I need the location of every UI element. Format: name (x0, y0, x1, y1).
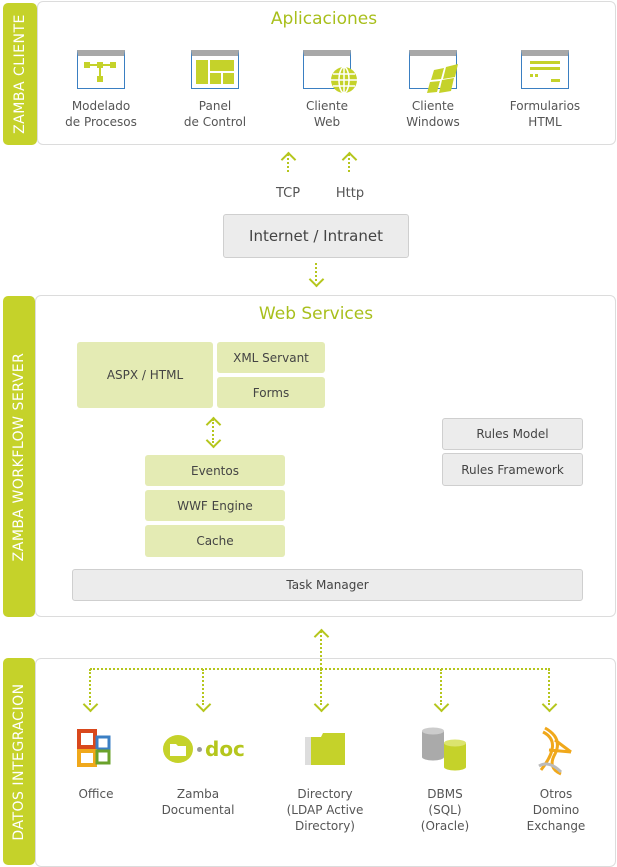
data-section-bar: DATOS INTEGRACION (3, 658, 35, 865)
database-icon (422, 727, 466, 771)
data-label: Otros Domino Exchange (526, 787, 586, 833)
forms-box: Forms (217, 377, 325, 408)
data-label: Zamba Documental (161, 787, 235, 817)
web-globe-icon (303, 50, 357, 94)
zamba-doc-icon: doc (162, 734, 245, 764)
dashboard-icon (191, 50, 239, 89)
protocol-tcp: TCP (275, 186, 301, 201)
internet-intranet-box: Internet / Intranet (223, 214, 409, 258)
section-label: ZAMBA WORKFLOW SERVER (11, 352, 27, 561)
cache-box: Cache (145, 525, 285, 557)
app-label: Cliente Web (305, 99, 349, 129)
windows-icon (409, 50, 458, 93)
app-label: Formularios HTML (509, 99, 581, 129)
protocol-http: Http (335, 186, 365, 201)
client-section-bar: ZAMBA CLIENTE (3, 3, 37, 145)
client-title: Aplicaciones (270, 9, 378, 29)
data-label: Directory (LDAP Active Directory) (286, 787, 364, 833)
app-label: Cliente Windows (406, 99, 460, 129)
server-title: Web Services (258, 304, 374, 324)
connector (320, 631, 322, 669)
app-label: Modelado de Procesos (65, 99, 137, 129)
doc-logo-text: doc (205, 737, 245, 761)
data-label: Office (78, 787, 114, 801)
task-manager-box: Task Manager (72, 569, 583, 601)
rules-framework-box: Rules Framework (442, 453, 583, 486)
section-label: ZAMBA CLIENTE (12, 14, 28, 134)
connector (287, 154, 289, 172)
form-icon (521, 50, 569, 89)
folder-icon (305, 733, 345, 765)
sharepoint-icon (538, 726, 572, 776)
server-section-bar: ZAMBA WORKFLOW SERVER (3, 296, 35, 617)
xml-servant-box: XML Servant (217, 342, 325, 373)
process-model-icon (77, 50, 125, 89)
arrow-down-icon (308, 271, 325, 288)
data-label: DBMS (SQL) (Oracle) (420, 787, 470, 833)
connector (348, 154, 350, 172)
rules-model-box: Rules Model (442, 418, 583, 450)
eventos-box: Eventos (145, 455, 285, 486)
app-label: Panel de Control (183, 99, 247, 129)
aspx-html-box: ASPX / HTML (77, 342, 213, 408)
office-icon (77, 729, 111, 767)
section-label: DATOS INTEGRACION (11, 682, 27, 841)
wwf-engine-box: WWF Engine (145, 490, 285, 521)
